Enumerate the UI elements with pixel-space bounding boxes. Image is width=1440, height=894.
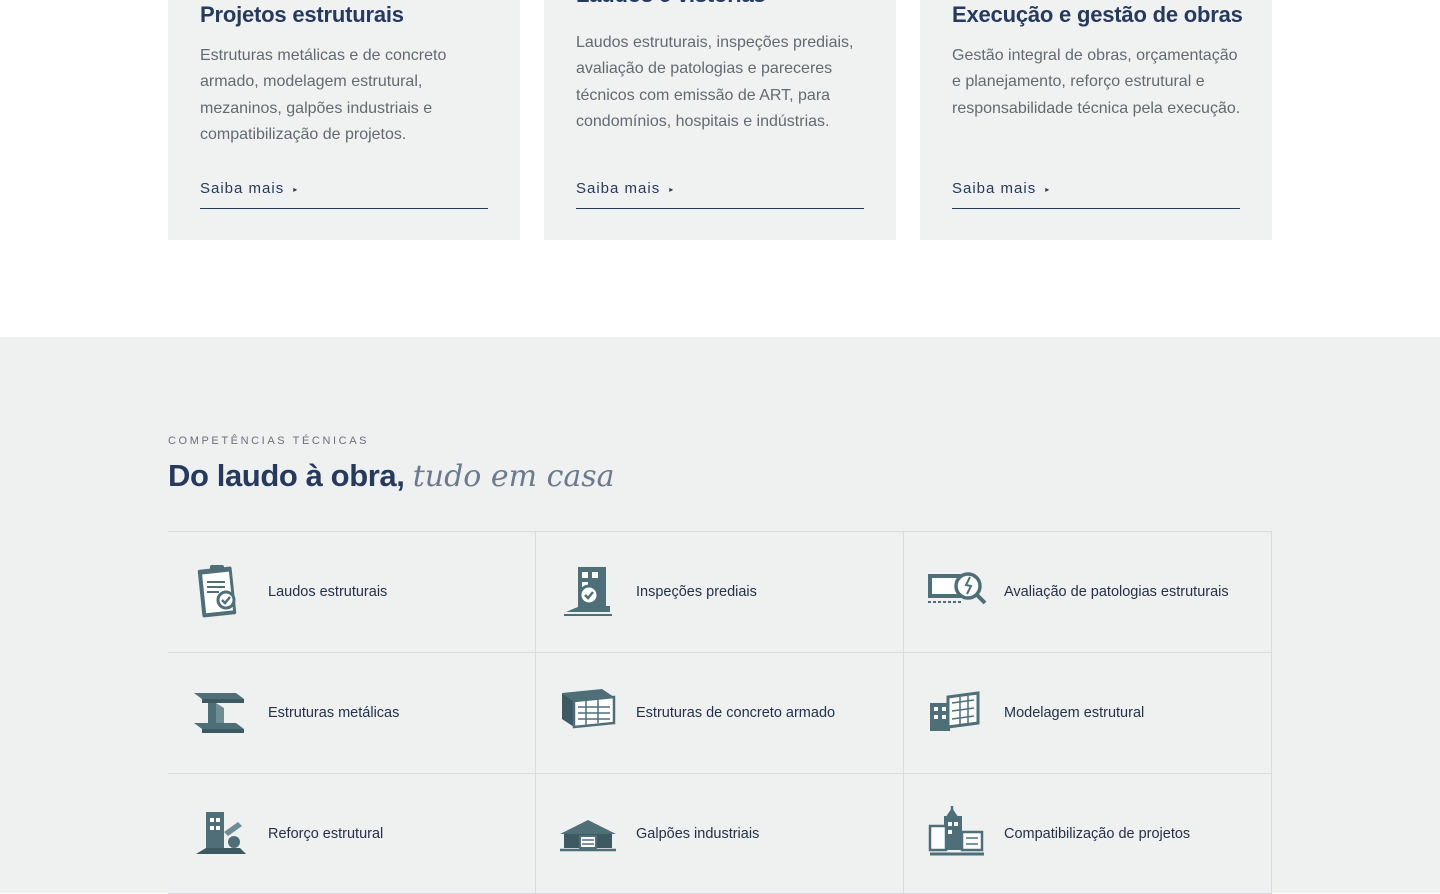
competencia-label: Inspeções prediais	[636, 584, 757, 600]
competencia-item: Compatibilização de projetos	[904, 774, 1272, 894]
section-headline: Do laudo à obra, tudo em casa	[168, 458, 615, 494]
service-card-laudos: Laudos e vistorias Laudos estruturais, i…	[544, 0, 896, 240]
building-inspection-icon	[564, 567, 612, 616]
service-card-projetos: Projetos estruturais Estruturas metálica…	[168, 0, 520, 240]
competencia-item: Reforço estrutural	[168, 774, 536, 894]
card-title: Projetos estruturais	[200, 2, 404, 27]
card-title: Execução e gestão de obras	[952, 2, 1243, 27]
headline-bold: Do laudo à obra,	[168, 458, 405, 493]
competencia-label: Laudos estruturais	[268, 584, 388, 600]
card-title: Laudos e vistorias	[576, 0, 766, 8]
competencia-item: Modelagem estrutural	[904, 653, 1272, 774]
competencia-label: Estruturas metálicas	[268, 705, 400, 721]
card-description: Estruturas metálicas e de concreto armad…	[200, 47, 447, 143]
arrow-right-icon: ▸	[1045, 185, 1051, 194]
card-description: Gestão integral de obras, orçamentação e…	[952, 47, 1241, 117]
competencia-item: Laudos estruturais	[168, 532, 536, 653]
saiba-mais-link[interactable]: Saiba mais ▸	[200, 180, 488, 209]
competencia-item: Inspeções prediais	[536, 532, 904, 653]
competencia-label: Galpões industriais	[636, 825, 760, 842]
competencia-label: Estruturas de concreto armado	[636, 705, 836, 721]
competencia-item: Galpões industriais	[536, 774, 904, 894]
headline-italic: tudo em casa	[412, 459, 615, 494]
competencia-label: Compatibilização de projetos	[1004, 825, 1191, 842]
section-eyebrow: COMPETÊNCIAS TÉCNICAS	[168, 435, 370, 447]
competencia-label: Avaliação de patologias estruturais	[1004, 584, 1229, 600]
competencia-label: Modelagem estrutural	[1004, 705, 1145, 721]
project-compatibility-icon	[928, 806, 984, 856]
competencia-item: Estruturas metálicas	[168, 653, 536, 774]
magnifier-crack-icon	[928, 572, 987, 605]
saiba-mais-link[interactable]: Saiba mais ▸	[576, 180, 864, 209]
arrow-right-icon: ▸	[669, 185, 675, 194]
service-card-execucao: Execução e gestão de obras Gestão integr…	[920, 0, 1272, 240]
concrete-rebar-icon	[562, 689, 616, 729]
competencias-section: COMPETÊNCIAS TÉCNICAS Do laudo à obra, t…	[0, 337, 1440, 894]
clipboard-check-icon	[197, 565, 237, 618]
services-section: Projetos estruturais Estruturas metálica…	[0, 0, 1440, 337]
card-description: Laudos estruturais, inspeções prediais, …	[576, 34, 854, 130]
link-label: Saiba mais	[576, 180, 661, 197]
competencia-item: Estruturas de concreto armado	[536, 653, 904, 774]
link-label: Saiba mais	[200, 180, 285, 197]
arrow-right-icon: ▸	[293, 185, 299, 194]
warehouse-icon	[560, 820, 616, 852]
competencia-label: Reforço estrutural	[268, 825, 384, 842]
competencias-grid: Laudos estruturais Inspeções prediais Av…	[168, 531, 1272, 894]
competencia-item: Avaliação de patologias estruturais	[904, 532, 1272, 653]
reinforcement-icon	[196, 812, 246, 854]
saiba-mais-link[interactable]: Saiba mais ▸	[952, 180, 1240, 209]
link-label: Saiba mais	[952, 180, 1037, 197]
structural-model-icon	[930, 691, 980, 731]
steel-beam-icon	[194, 693, 244, 733]
